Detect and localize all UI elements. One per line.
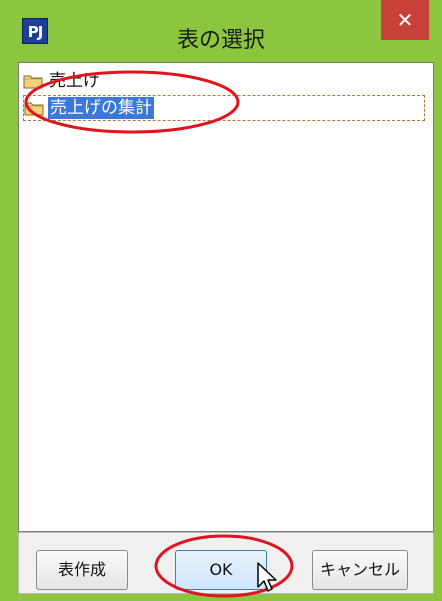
mouse-cursor-icon <box>257 562 277 592</box>
dialog-title: 表の選択 <box>176 28 265 53</box>
cancel-button[interactable]: キャンセル <box>312 550 408 590</box>
list-item-selected[interactable]: 売上げの集計 <box>23 95 425 121</box>
title-bar[interactable]: PJ 表の選択 ✕ <box>0 0 442 62</box>
folder-icon <box>23 73 43 89</box>
close-button[interactable]: ✕ <box>381 0 429 40</box>
list-item-label: 売上げの集計 <box>48 97 154 119</box>
list-item[interactable]: 売上げ <box>23 69 102 93</box>
button-bar: 表作成 OK キャンセル <box>18 532 434 594</box>
table-list[interactable]: 売上げ 売上げの集計 <box>18 62 434 532</box>
close-icon: ✕ <box>396 8 414 32</box>
folder-icon <box>24 100 44 116</box>
ok-button[interactable]: OK <box>175 550 267 590</box>
create-table-button[interactable]: 表作成 <box>36 550 128 590</box>
list-item-label: 売上げ <box>49 71 100 91</box>
dialog-window: PJ 表の選択 ✕ 売上げ 売上げの集計 表作成 OK キャンセル <box>0 0 442 601</box>
